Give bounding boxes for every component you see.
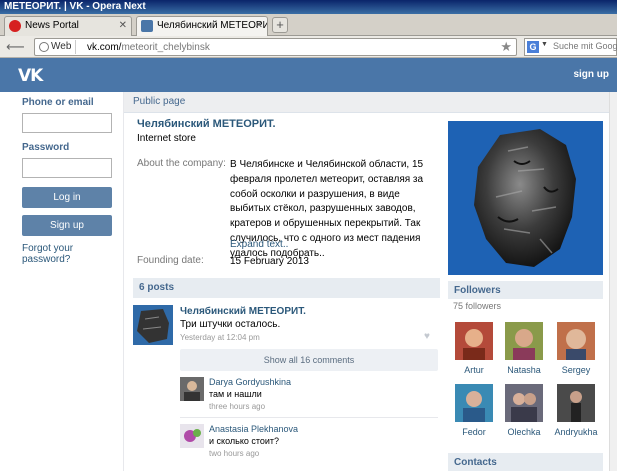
comment-time[interactable]: two hours ago: [209, 449, 259, 458]
user-photo-icon: [557, 384, 595, 422]
meteorite-image: [474, 129, 576, 267]
globe-icon: [39, 42, 49, 52]
avatar[interactable]: [505, 384, 543, 422]
followers-count[interactable]: 75 followers: [453, 301, 501, 311]
login-button[interactable]: Log in: [22, 187, 112, 208]
follower-name[interactable]: Olechka: [500, 427, 548, 437]
follower-item[interactable]: Olechka: [500, 384, 548, 437]
window-title: МЕТЕОРИТ. | VK - Opera Next: [0, 0, 617, 14]
close-icon[interactable]: ✕: [255, 17, 263, 35]
password-input[interactable]: [22, 158, 112, 178]
avatar[interactable]: [557, 384, 595, 422]
expand-text-link[interactable]: Expand text..: [230, 239, 288, 250]
comment-author-link[interactable]: Anastasia Plekhanova: [209, 424, 298, 434]
tab-vk-meteorit[interactable]: Челябинский МЕТЕОРИТ. ✕: [136, 16, 268, 36]
new-tab-button[interactable]: +: [272, 17, 288, 33]
vk-header: VK sign up: [0, 58, 617, 92]
user-photo-icon: [180, 377, 204, 401]
page-subtitle: Internet store: [137, 133, 196, 144]
url-text[interactable]: vk.com/meteorit_chelybinsk: [87, 41, 210, 54]
page-type-header: Public page: [124, 92, 617, 113]
avatar[interactable]: [455, 384, 493, 422]
page-info: Челябинский МЕТЕОРИТ. Internet store: [137, 118, 437, 144]
close-icon[interactable]: ✕: [119, 17, 127, 35]
show-all-comments-button[interactable]: Show all 16 comments: [180, 349, 438, 371]
comment-time[interactable]: three hours ago: [209, 402, 265, 411]
post-text: Три штучки осталось.: [180, 319, 281, 330]
user-photo-icon: [511, 393, 537, 422]
login-form: Phone or email Password Log in Sign up F…: [22, 97, 114, 265]
address-bar[interactable]: Web vk.com/meteorit_chelybinsk ★: [34, 38, 517, 56]
search-input[interactable]: G ▼ Suche mit Google: [524, 38, 617, 56]
avatar[interactable]: [505, 322, 543, 360]
star-icon[interactable]: ★: [500, 39, 512, 55]
signup-link[interactable]: sign up: [573, 69, 609, 80]
follower-item[interactable]: Fedor: [450, 384, 498, 437]
search-placeholder: Suche mit Google: [553, 41, 617, 51]
forgot-password-link[interactable]: Forgot your password?: [22, 243, 114, 265]
follower-name[interactable]: Artur: [450, 365, 498, 375]
contacts-header[interactable]: Contacts: [448, 453, 603, 471]
back-arrow-icon[interactable]: ⟵: [6, 39, 25, 55]
follower-name[interactable]: Andryukha: [552, 427, 600, 437]
tab-news-portal[interactable]: News Portal ✕: [4, 16, 132, 36]
followers-header[interactable]: Followers: [448, 281, 603, 299]
tab-label: News Portal: [25, 20, 79, 31]
follower-item[interactable]: Artur: [450, 322, 498, 375]
phone-input[interactable]: [22, 113, 112, 133]
comment-text: и сколько стоит?: [209, 436, 280, 446]
founding-label: Founding date:: [137, 255, 204, 266]
chevron-down-icon[interactable]: ▼: [541, 41, 548, 48]
user-photo-icon: [513, 329, 535, 360]
heart-icon[interactable]: ♥: [424, 331, 430, 342]
founding-value: 15 February 2013: [230, 256, 309, 267]
follower-item[interactable]: Andryukha: [552, 384, 600, 437]
tab-label: Челябинский МЕТЕОРИТ.: [157, 20, 268, 31]
post-author-avatar[interactable]: [133, 305, 173, 345]
user-photo-icon: [463, 391, 485, 422]
avatar[interactable]: [180, 424, 204, 448]
post-author-link[interactable]: Челябинский МЕТЕОРИТ.: [180, 306, 306, 317]
phone-label: Phone or email: [22, 97, 94, 108]
comment-divider: [180, 417, 438, 418]
web-badge[interactable]: Web: [37, 40, 77, 54]
meteorite-thumb-image: [137, 309, 169, 343]
follower-item[interactable]: Natasha: [500, 322, 548, 375]
tab-strip: News Portal ✕ Челябинский МЕТЕОРИТ. ✕ +: [0, 14, 617, 36]
address-bar-row: ⟵ Web vk.com/meteorit_chelybinsk ★ G ▼ S…: [0, 36, 617, 58]
avatar[interactable]: [557, 322, 595, 360]
comment-author-link[interactable]: Darya Gordyushkina: [209, 377, 291, 387]
follower-item[interactable]: Sergey: [552, 322, 600, 375]
follower-name[interactable]: Natasha: [500, 365, 548, 375]
opera-icon: [9, 20, 21, 32]
avatar[interactable]: [455, 322, 493, 360]
user-photo-icon: [180, 424, 204, 448]
avatar[interactable]: [180, 377, 204, 401]
password-label: Password: [22, 142, 70, 153]
community-photo[interactable]: [448, 121, 603, 275]
follower-name[interactable]: Fedor: [450, 427, 498, 437]
post-time[interactable]: Yesterday at 12:04 pm: [180, 333, 260, 342]
posts-header[interactable]: 6 posts: [133, 278, 440, 298]
user-photo-icon: [463, 329, 485, 360]
page-title: Челябинский МЕТЕОРИТ.: [137, 118, 276, 130]
user-photo-icon: [566, 329, 586, 360]
signup-button[interactable]: Sign up: [22, 215, 112, 236]
google-icon[interactable]: G: [527, 41, 539, 53]
column-divider: [123, 92, 124, 471]
comment-text: там и нашли: [209, 389, 262, 399]
follower-name[interactable]: Sergey: [552, 365, 600, 375]
about-label: About the company:: [137, 158, 226, 169]
vertical-scrollbar[interactable]: [609, 92, 617, 471]
vk-logo[interactable]: VK: [18, 66, 43, 86]
vk-icon: [141, 20, 153, 32]
